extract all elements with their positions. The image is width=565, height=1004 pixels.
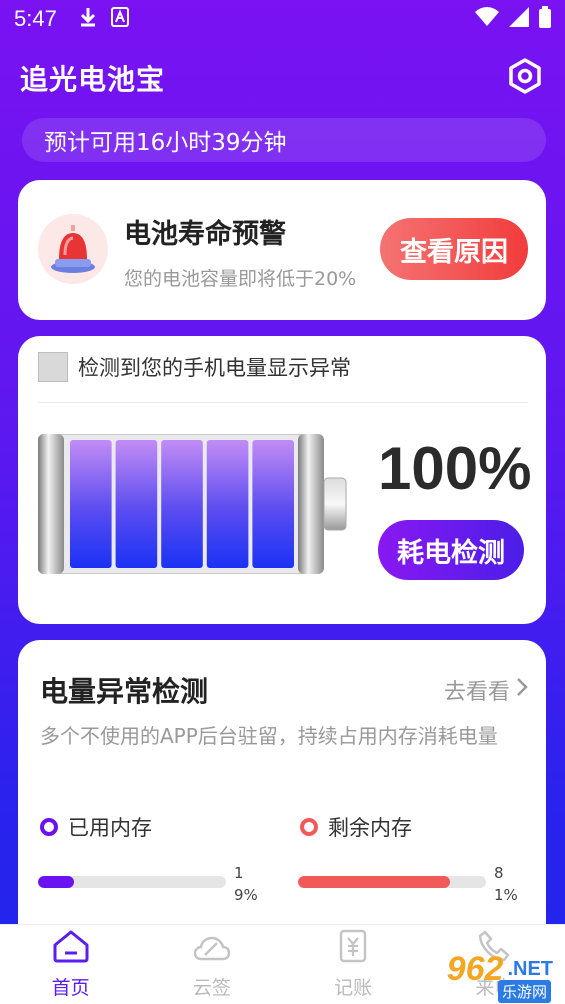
watermark-number: 962 bbox=[446, 950, 504, 988]
chevron-right-icon bbox=[516, 677, 528, 703]
battery-cell bbox=[70, 440, 112, 568]
status-system-icons bbox=[475, 6, 551, 32]
ledger-icon bbox=[336, 929, 370, 967]
battery-life-warning-card: 电池寿命预警 您的电池容量即将低于20% 查看原因 bbox=[18, 180, 546, 320]
used-memory-legend: 已用内存 bbox=[40, 812, 152, 842]
used-memory-fill bbox=[38, 876, 74, 888]
cloud-sign-icon bbox=[193, 929, 231, 967]
warning-subtitle: 您的电池容量即将低于20% bbox=[124, 268, 357, 290]
status-bar: 5:47 bbox=[0, 0, 565, 38]
nav-label-cloud-sign: 云签 bbox=[192, 977, 231, 999]
free-memory-percent: 81% bbox=[494, 864, 518, 904]
home-icon bbox=[52, 929, 90, 967]
signal-icon bbox=[509, 7, 529, 31]
used-memory-label: 已用内存 bbox=[68, 816, 152, 840]
abnormal-check-row: 检测到您的手机电量显示异常 bbox=[38, 352, 351, 382]
free-memory-fill bbox=[298, 876, 451, 888]
free-memory-dot bbox=[300, 818, 318, 836]
battery-level-graphic bbox=[38, 434, 347, 574]
status-time: 5:47 bbox=[14, 6, 57, 31]
status-notifications bbox=[79, 7, 129, 31]
nav-item-cloud-sign[interactable]: 云签 bbox=[141, 925, 282, 1004]
go-see-link[interactable]: 去看看 bbox=[444, 674, 528, 706]
abnormal-title: 电量异常检测 bbox=[40, 675, 209, 708]
go-see-label: 去看看 bbox=[443, 680, 510, 705]
battery-cell bbox=[161, 440, 203, 568]
app-title: 追光电池宝 bbox=[20, 63, 166, 96]
nav-item-home[interactable]: 首页 bbox=[0, 925, 141, 1004]
abnormal-checkbox[interactable] bbox=[38, 352, 68, 382]
battery-status-card: 检测到您的手机电量显示异常 100% 耗电检测 bbox=[18, 336, 546, 624]
abnormal-power-card: 电量异常检测 去看看 多个不使用的APP后台驻留，持续占用内存消耗电量 已用内存… bbox=[18, 640, 546, 940]
usage-estimate: 预计可用16小时39分钟 bbox=[22, 118, 546, 162]
nav-label-ledger: 记账 bbox=[334, 977, 373, 999]
wifi-icon bbox=[475, 7, 499, 31]
siren-icon bbox=[38, 214, 108, 284]
battery-cell bbox=[206, 440, 249, 568]
battery-percent: 100% bbox=[378, 435, 532, 502]
free-memory-label: 剩余内存 bbox=[328, 816, 412, 840]
view-reason-button[interactable]: 查看原因 bbox=[380, 218, 528, 280]
usage-estimate-text: 预计可用16小时39分钟 bbox=[44, 130, 287, 156]
app-header: 追光电池宝 bbox=[0, 52, 565, 104]
a-badge-icon bbox=[110, 7, 129, 31]
battery-icon bbox=[539, 6, 551, 32]
watermark-site-name: 乐游网 bbox=[497, 980, 551, 1003]
power-detect-button[interactable]: 耗电检测 bbox=[378, 520, 524, 580]
used-memory-percent: 19% bbox=[234, 864, 258, 904]
nav-item-ledger[interactable]: 记账 bbox=[283, 925, 424, 1004]
battery-cells bbox=[70, 440, 294, 568]
free-memory-legend: 剩余内存 bbox=[300, 812, 412, 842]
warning-title: 电池寿命预警 bbox=[124, 219, 286, 250]
used-memory-bar bbox=[38, 876, 226, 888]
settings-button[interactable] bbox=[505, 58, 545, 98]
used-memory-dot bbox=[40, 818, 58, 836]
divider bbox=[38, 402, 528, 403]
watermark-domain: .NET bbox=[507, 958, 553, 980]
battery-cell bbox=[115, 440, 158, 568]
download-icon bbox=[79, 7, 97, 31]
battery-cell bbox=[252, 440, 294, 568]
gear-hex-icon bbox=[507, 58, 543, 98]
nav-label-home: 首页 bbox=[51, 977, 90, 999]
abnormal-check-label: 检测到您的手机电量显示异常 bbox=[78, 356, 351, 380]
free-memory-bar bbox=[298, 876, 486, 888]
abnormal-description: 多个不使用的APP后台驻留，持续占用内存消耗电量 bbox=[40, 724, 498, 748]
